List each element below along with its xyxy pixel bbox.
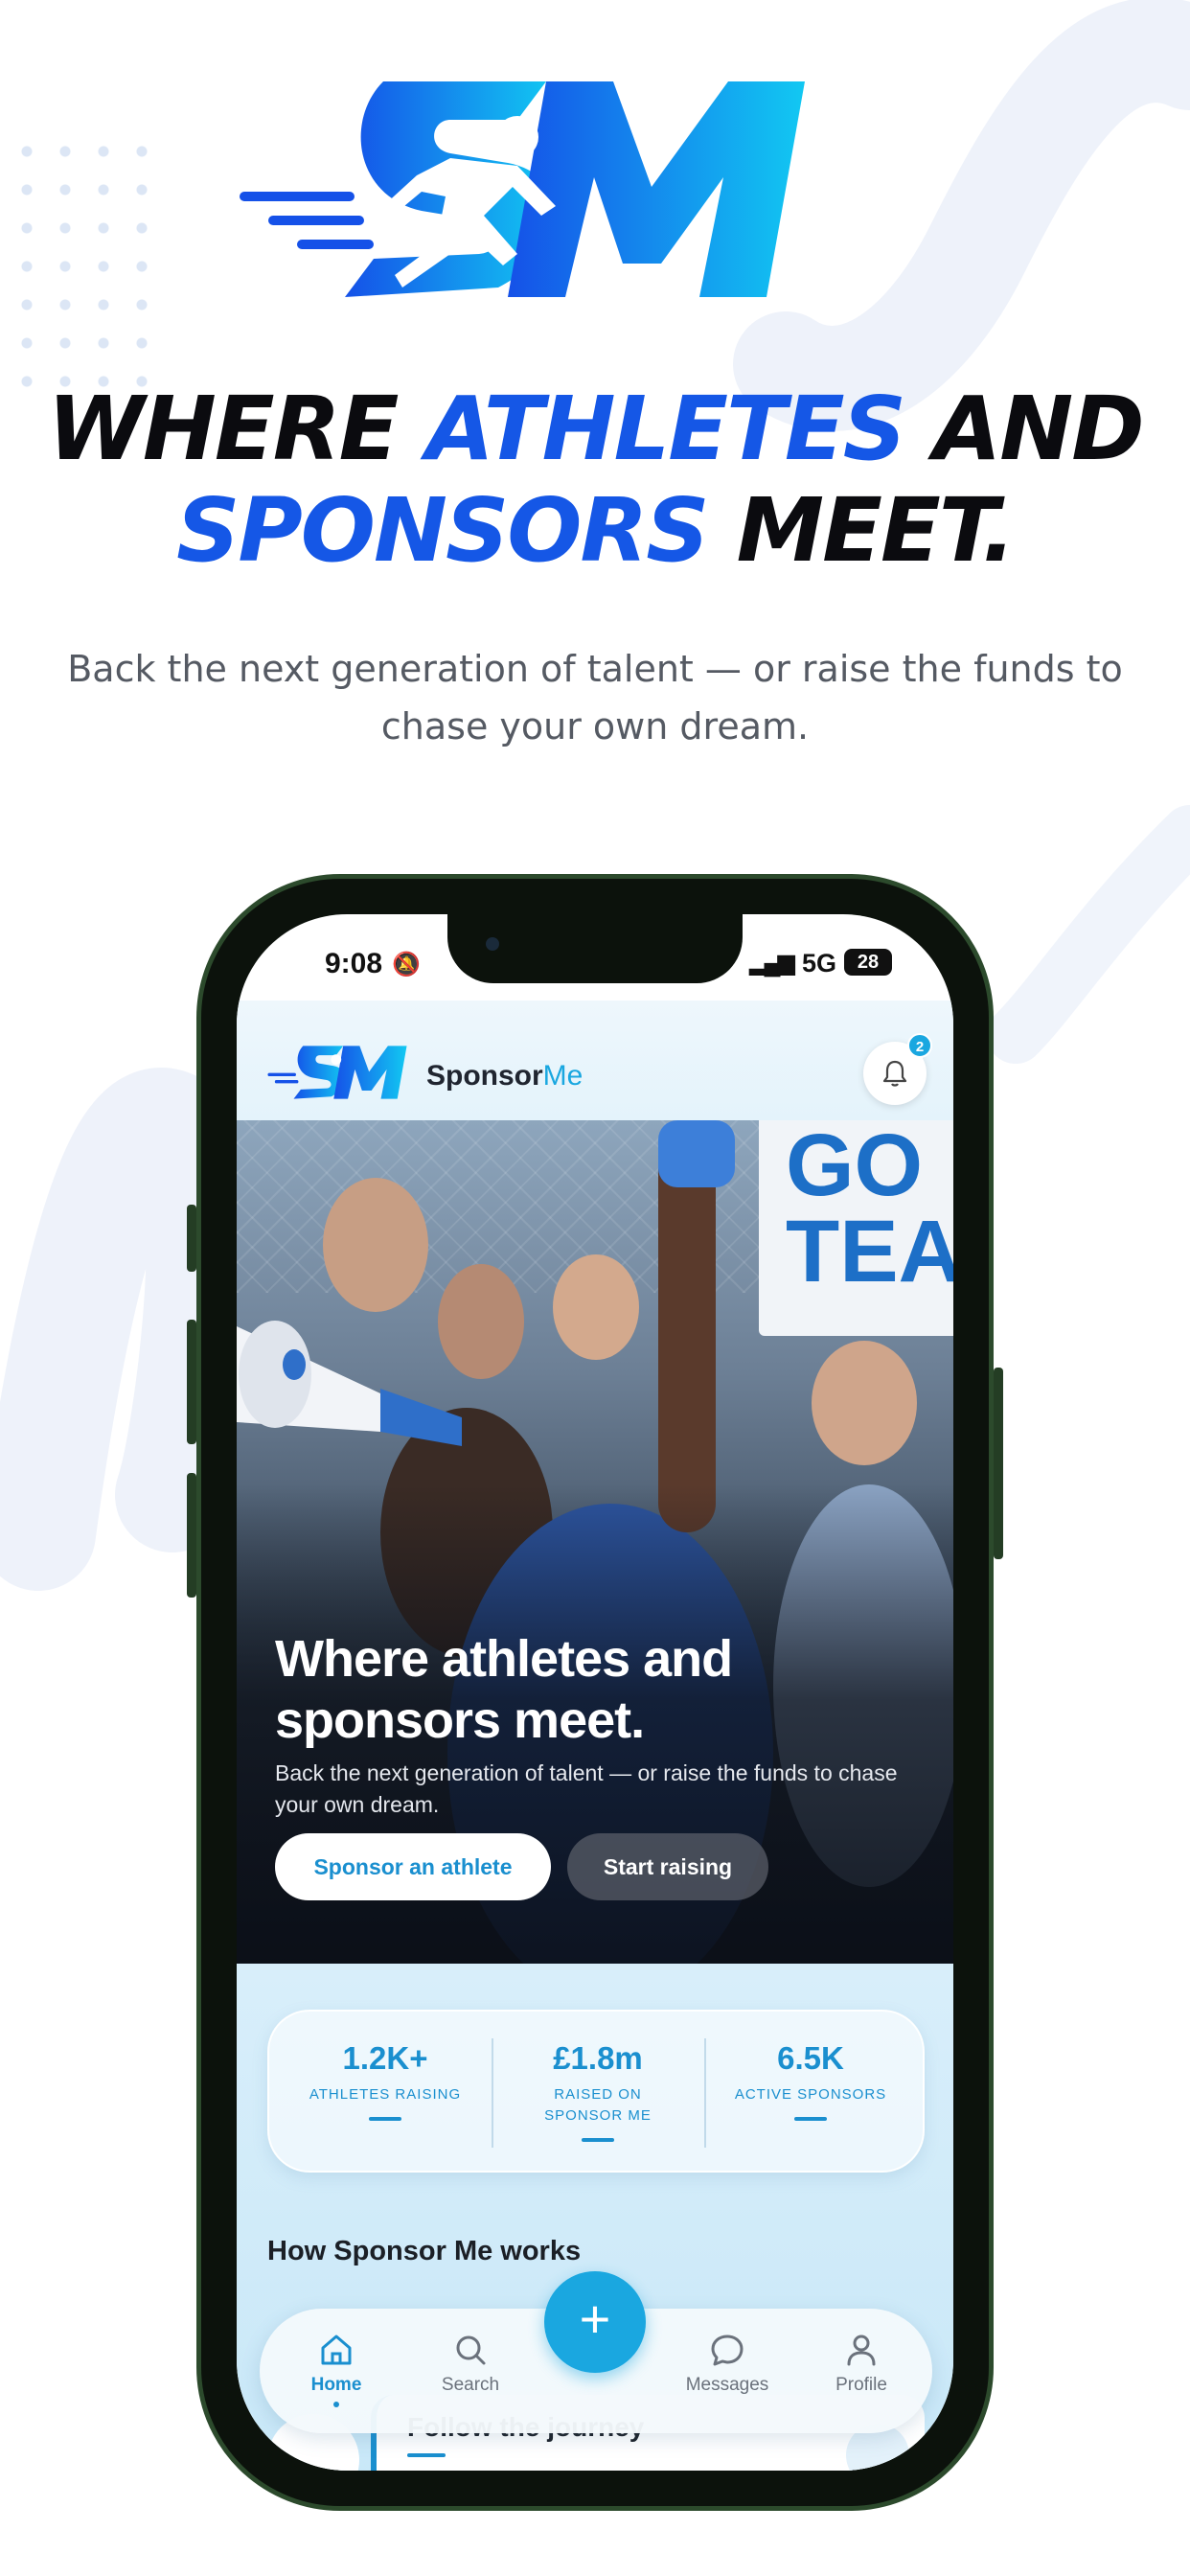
bell-icon <box>882 1060 907 1087</box>
hero-title: Where athletes and sponsors meet. <box>275 1630 733 1749</box>
headline-where: WHERE <box>47 378 426 480</box>
stat-sponsors: 6.5K ACTIVE SPONSORS <box>704 2012 917 2174</box>
stat-raised: £1.8m RAISED ON SPONSOR ME <box>492 2012 704 2174</box>
tab-search[interactable]: Search <box>413 2323 528 2396</box>
user-icon <box>847 2334 876 2366</box>
stat-value: 6.5K <box>777 2040 844 2076</box>
tab-profile[interactable]: Profile <box>804 2323 919 2396</box>
app-logo[interactable] <box>265 1039 409 1106</box>
headline-sponsors: SPONSORS <box>176 479 709 582</box>
phone-side-button <box>187 1320 196 1444</box>
tab-label: Home <box>310 2375 362 2395</box>
active-tab-dot <box>333 2402 339 2407</box>
tab-home[interactable]: Home <box>279 2323 394 2407</box>
how-it-works-heading: How Sponsor Me works <box>267 2236 582 2266</box>
stat-label: RAISED ON SPONSOR ME <box>544 2086 652 2124</box>
go-team-sign: GO TEAM <box>759 1120 953 1336</box>
sign-text-1: GO <box>786 1120 924 1214</box>
chat-icon <box>711 2334 744 2366</box>
page-headline: WHERE ATHLETES AND SPONSORS MEET. <box>0 379 1190 582</box>
tab-label: Profile <box>835 2375 887 2395</box>
stat-label: ATHLETES RAISING <box>309 2086 462 2103</box>
crowd-figure <box>553 1254 639 1360</box>
notification-badge: 2 <box>907 1033 932 1058</box>
silent-mode-icon: 🔕 <box>392 952 421 978</box>
phone-side-button <box>187 1205 196 1272</box>
tab-label: Messages <box>685 2375 769 2395</box>
tab-label: Search <box>441 2375 500 2395</box>
raised-arm <box>658 1130 716 1532</box>
search-icon <box>456 2335 486 2365</box>
sign-text-2: TEAM <box>786 1203 953 1300</box>
dot-grid-decoration <box>8 132 171 391</box>
status-time: 9:08 <box>325 948 383 979</box>
phone-notch <box>447 914 743 983</box>
brand-suffix: Me <box>542 1060 584 1092</box>
page-subtitle: Back the next generation of talent — or … <box>67 648 1123 748</box>
stat-value: £1.8m <box>553 2040 643 2076</box>
app-brand-name: SponsorMe <box>426 1060 583 1092</box>
hero-subtitle: Back the next generation of talent — or … <box>275 1760 898 1817</box>
sponsor-athlete-button[interactable]: Sponsor an athlete <box>275 1833 551 1900</box>
crowd-figure <box>812 1341 917 1465</box>
glove <box>658 1120 735 1187</box>
headline-athletes: ATHLETES <box>425 378 905 480</box>
stat-underline <box>794 2117 827 2121</box>
headline-and: AND <box>904 378 1145 480</box>
follow-card-underline <box>407 2453 446 2457</box>
home-icon <box>321 2334 352 2365</box>
stat-underline <box>369 2117 401 2121</box>
megaphone-icon <box>237 1321 462 1446</box>
stat-athletes: 1.2K+ ATHLETES RAISING <box>279 2012 492 2174</box>
signal-icon: ▂▄▆ <box>749 950 795 976</box>
phone-frame: 9:08 🔕 ▂▄▆ 5G 28 SponsorMe 2 GO TEA Wher… <box>187 874 1003 2511</box>
sponsorme-logo <box>240 81 805 297</box>
stat-value: 1.2K+ <box>342 2040 428 2076</box>
brand-prefix: Sponsor <box>426 1060 543 1092</box>
phone-screen: 9:08 🔕 ▂▄▆ 5G 28 SponsorMe 2 GO TEA Wher… <box>237 914 953 2471</box>
network-type: 5G <box>802 949 837 978</box>
stat-label: ACTIVE SPONSORS <box>734 2086 887 2103</box>
stat-underline <box>582 2138 614 2142</box>
create-button[interactable]: + <box>544 2271 646 2373</box>
camera <box>486 937 499 951</box>
battery-indicator: 28 <box>844 949 892 976</box>
stats-card: 1.2K+ ATHLETES RAISING £1.8m RAISED ON S… <box>267 2010 925 2173</box>
phone-side-button <box>994 1368 1003 1559</box>
phone-side-button <box>187 1473 196 1598</box>
tab-messages[interactable]: Messages <box>670 2323 785 2396</box>
headline-meet: MEET. <box>707 479 1016 582</box>
start-raising-button[interactable]: Start raising <box>567 1833 768 1900</box>
